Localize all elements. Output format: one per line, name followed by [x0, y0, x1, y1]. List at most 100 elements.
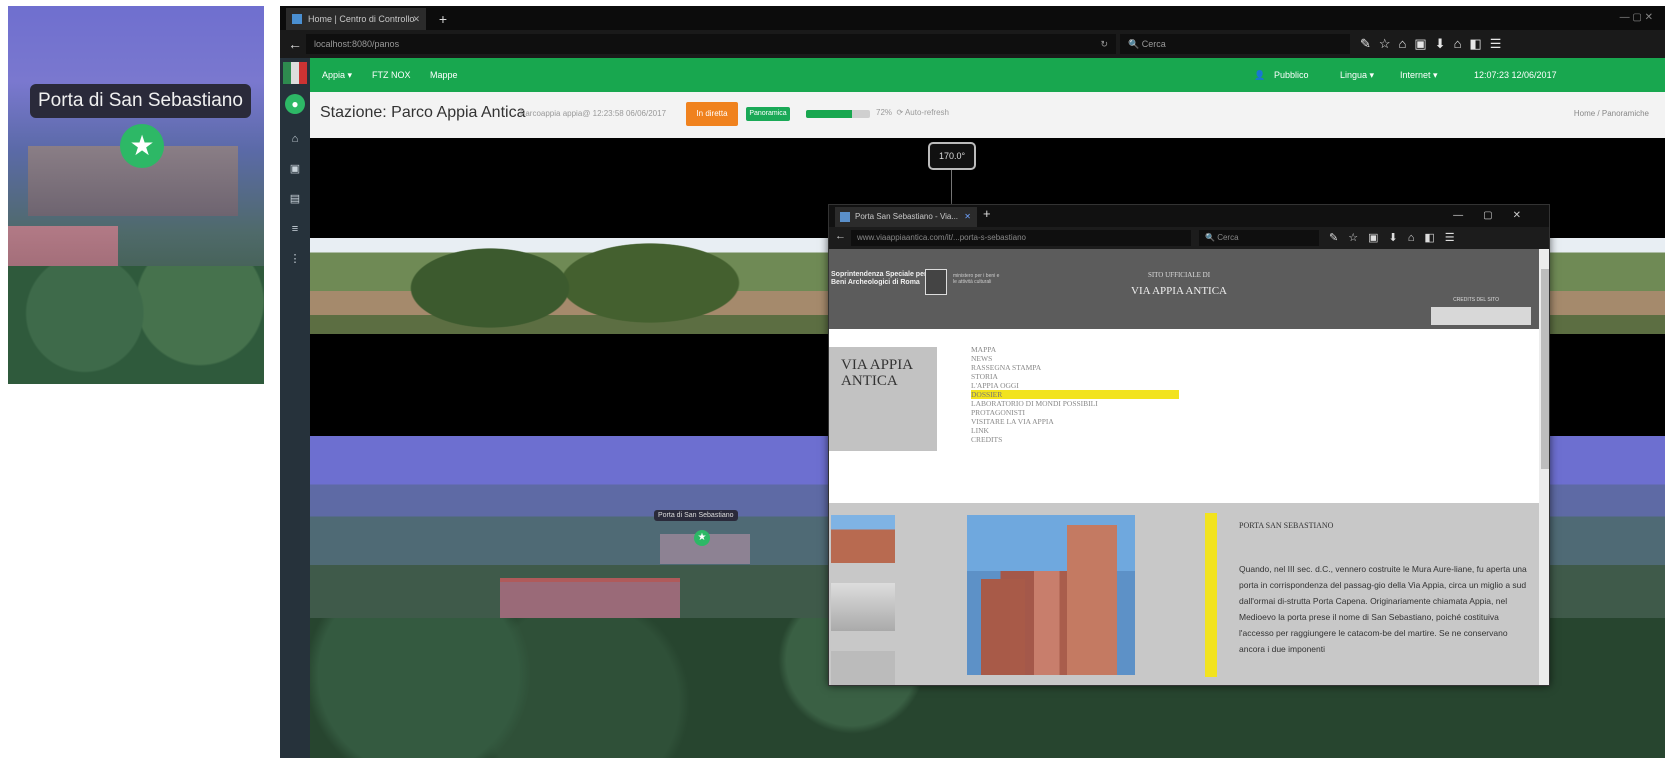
- thumbnail-image[interactable]: [831, 515, 895, 563]
- navigation-toolbar: ← localhost:8080/panos ↻ 🔍 Cerca ✎☆⌂▣⬇⌂◧…: [280, 30, 1665, 58]
- tower-right: [1067, 525, 1117, 675]
- menu-item[interactable]: MAPPA: [971, 345, 1191, 354]
- search-input[interactable]: 🔍 Cerca: [1120, 34, 1350, 54]
- site-header: Soprintendenza Speciale per i Beni Arche…: [829, 249, 1539, 329]
- auto-refresh-label[interactable]: Auto-refresh: [905, 108, 949, 117]
- menu-item[interactable]: L'APPIA OGGI: [971, 381, 1191, 390]
- image-icon[interactable]: ▤: [288, 192, 302, 206]
- refresh-icon[interactable]: ⟳: [896, 108, 903, 117]
- progress-bar: [806, 110, 870, 118]
- user-icon[interactable]: 👤: [1254, 58, 1265, 92]
- menu-item[interactable]: STORIA: [971, 372, 1191, 381]
- compass-angle: 170.0°: [928, 142, 976, 170]
- back-arrow-icon[interactable]: ←: [835, 230, 846, 242]
- site-title: VIA APPIA ANTICA: [1131, 285, 1227, 297]
- favicon-icon: [840, 212, 850, 222]
- site-subtitle: SITO UFFICIALE DI: [1147, 271, 1211, 279]
- search-placeholder: Cerca: [1141, 39, 1166, 49]
- camera-icon[interactable]: ▣: [288, 162, 302, 176]
- nav-appia[interactable]: Appia ▾: [322, 58, 352, 92]
- window-controls[interactable]: —▢✕: [1453, 205, 1541, 227]
- credits-link[interactable]: CREDITS DEL SITO: [1453, 297, 1499, 303]
- menu-item[interactable]: NEWS: [971, 354, 1191, 363]
- article-body: Quando, nel III sec. d.C., vennero costr…: [1239, 564, 1527, 654]
- browser-tab[interactable]: Home | Centro di Controllo ✕: [286, 8, 426, 30]
- station-meta: Parcoappia appia@ 12:23:58 06/06/2017: [520, 109, 667, 118]
- flag-logo-icon[interactable]: [283, 62, 307, 84]
- content-area: PORTA SAN SEBASTIANO Quando, nel III sec…: [829, 503, 1539, 685]
- nav-internet[interactable]: Internet ▾: [1400, 58, 1438, 92]
- progress-text: 72% ⟳ Auto-refresh: [876, 108, 949, 117]
- ministry-text: ministero per i beni e le attività cultu…: [953, 273, 1000, 285]
- settings-icon[interactable]: ⋮: [288, 252, 302, 266]
- url-input[interactable]: localhost:8080/panos ↻: [306, 34, 1116, 54]
- browser-tab[interactable]: Porta San Sebastiano - Via... ✕: [835, 207, 977, 227]
- menu-item[interactable]: LINK: [971, 426, 1191, 435]
- trees: [8, 266, 264, 384]
- status-badge: Panoramica: [746, 107, 790, 121]
- url-text: localhost:8080/panos: [314, 39, 400, 49]
- nav-language[interactable]: Lingua ▾: [1340, 58, 1374, 92]
- thumbnail-image[interactable]: [831, 651, 895, 685]
- browser-window: Home | Centro di Controllo ✕ + — ▢ ✕ ← l…: [280, 6, 1665, 758]
- tower-left: [981, 579, 1025, 675]
- window-controls[interactable]: — ▢ ✕: [1620, 6, 1653, 30]
- search-input[interactable]: 🔍 Cerca: [1199, 230, 1319, 246]
- menu-item[interactable]: LABORATORIO DI MONDI POSSIBILI: [971, 399, 1191, 408]
- poi-label: Porta di San Sebastiano: [654, 510, 738, 521]
- app-sidebar: ● ⌂ ▣ ▤ ≡ ⋮: [280, 58, 310, 758]
- credits-box: [1431, 307, 1531, 325]
- back-arrow-icon[interactable]: ←: [288, 36, 302, 52]
- toolbar-icons[interactable]: ✎☆⌂▣⬇⌂◧☰: [1360, 34, 1509, 54]
- page-title: Stazione: Parco Appia Antica: [320, 104, 526, 121]
- list-icon[interactable]: ≡: [288, 222, 302, 236]
- site-logo-text[interactable]: Soprintendenza Speciale per i Beni Arche…: [831, 271, 931, 287]
- menu-item[interactable]: RASSEGNA STAMPA: [971, 363, 1191, 372]
- article-title: PORTA SAN SEBASTIANO: [1239, 521, 1334, 530]
- avatar-icon[interactable]: ●: [285, 94, 305, 114]
- tab-bar: Home | Centro di Controllo ✕ + — ▢ ✕: [280, 6, 1665, 30]
- app-navbar: Appia ▾ FTZ NOX Mappe 👤 Pubblico Lingua …: [310, 58, 1665, 92]
- new-tab-button[interactable]: +: [983, 206, 991, 221]
- favicon-icon: [292, 14, 302, 24]
- building: [500, 582, 680, 622]
- thumbnail-image[interactable]: [831, 583, 895, 631]
- url-input[interactable]: www.viaappiaantica.com/it/...porta-s-seb…: [851, 230, 1191, 246]
- progress-fill: [806, 110, 853, 118]
- progress-percent: 72%: [876, 108, 893, 117]
- toolbar-icons[interactable]: ✎☆▣⬇⌂◧☰: [1329, 230, 1465, 246]
- ministry-logo-icon: [925, 269, 947, 295]
- nav-mappe[interactable]: Mappe: [430, 58, 458, 92]
- close-tab-icon[interactable]: ✕: [964, 207, 971, 227]
- menu-item[interactable]: PROTAGONISTI: [971, 408, 1191, 417]
- tab-title: Home | Centro di Controllo: [308, 14, 415, 24]
- site-menu: MAPPA NEWS RASSEGNA STAMPA STORIA L'APPIA OG…: [971, 345, 1191, 444]
- menu-item[interactable]: VISITARE LA VIA APPIA: [971, 417, 1191, 426]
- menu-item[interactable]: CREDITS: [971, 435, 1191, 444]
- navigation-toolbar: ← www.viaappiaantica.com/it/...porta-s-s…: [829, 227, 1549, 249]
- new-tab-button[interactable]: +: [432, 8, 454, 30]
- inset-panorama-zoom: Porta di San Sebastiano ★: [8, 6, 264, 384]
- close-tab-icon[interactable]: ✕: [412, 8, 420, 30]
- tab-title: Porta San Sebastiano - Via...: [855, 212, 959, 221]
- nav-user[interactable]: Pubblico: [1274, 58, 1309, 92]
- yellow-accent-bar: [1205, 513, 1217, 677]
- poi-label: Porta di San Sebastiano: [30, 84, 251, 118]
- tab-bar: Porta San Sebastiano - Via... ✕ + —▢✕: [829, 205, 1549, 227]
- clock-text: 12:07:23 12/06/2017: [1474, 70, 1557, 80]
- reload-icon[interactable]: ↻: [1100, 34, 1108, 54]
- nav-ftz[interactable]: FTZ NOX: [372, 58, 411, 92]
- scrollbar-thumb[interactable]: [1541, 269, 1549, 469]
- search-placeholder: Cerca: [1217, 233, 1239, 242]
- star-icon[interactable]: ★: [694, 530, 710, 546]
- porta-photo: [967, 515, 1135, 675]
- popup-browser-window: Porta San Sebastiano - Via... ✕ + —▢✕ ← …: [828, 204, 1550, 686]
- live-button[interactable]: In diretta: [686, 102, 738, 126]
- star-icon[interactable]: ★: [120, 124, 164, 168]
- via-appia-title-box: VIA APPIA ANTICA: [829, 347, 937, 451]
- station-header: Stazione: Parco Appia Antica Parcoappia …: [310, 92, 1665, 138]
- scrollbar[interactable]: [1539, 249, 1549, 685]
- menu-item[interactable]: DOSSIER: [971, 390, 1179, 399]
- breadcrumb[interactable]: Home / Panoramiche: [1574, 109, 1649, 118]
- home-icon[interactable]: ⌂: [288, 132, 302, 146]
